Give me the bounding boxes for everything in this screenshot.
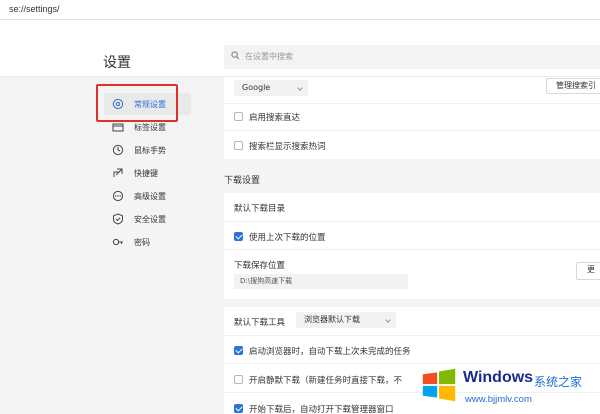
advanced-settings-icon: [112, 190, 124, 202]
resume-downloads-checkbox[interactable]: [234, 346, 243, 355]
manage-search-engines-button[interactable]: 管理搜索引: [546, 78, 600, 94]
search-engine-value: Google: [242, 83, 271, 92]
search-engine-panel: Google 管理搜索引 启用搜索直达 搜索栏显示搜索热词: [224, 77, 600, 159]
resume-downloads-label: 启动浏览器时，自动下载上次未完成的任务: [249, 347, 411, 357]
shortcut-icon: [113, 168, 123, 177]
address-bar[interactable]: se://settings/: [0, 0, 600, 20]
settings-search-input[interactable]: 在设置中搜索: [224, 45, 600, 69]
open-download-manager-label: 开始下载后，自动打开下载管理器窗口: [249, 405, 394, 414]
address-url[interactable]: se://settings/: [9, 4, 60, 14]
watermark-brand: Windows: [463, 369, 534, 386]
sidebar-item-label: 密码: [134, 237, 150, 247]
sidebar-item-mouse-gestures[interactable]: 鼠标手势: [104, 139, 191, 161]
sidebar-item-passwords[interactable]: 密码: [104, 231, 191, 253]
sidebar-item-label: 标签设置: [134, 122, 166, 132]
enable-search-direct-checkbox[interactable]: [234, 112, 243, 121]
download-tool-select[interactable]: 浏览器默认下载: [296, 312, 396, 328]
watermark-subtitle: 系统之家: [534, 375, 583, 389]
download-location-panel: 默认下载目录 使用上次下载的位置 下载保存位置 D:\搜狗高速下载 更: [224, 193, 600, 299]
use-last-location-checkbox[interactable]: [234, 232, 243, 241]
sidebar-item-label: 高级设置: [134, 191, 166, 201]
security-shield-icon: [113, 213, 123, 225]
tab-settings-icon: [112, 123, 124, 132]
sidebar-item-shortcuts[interactable]: 快捷键: [104, 162, 191, 184]
search-icon: [231, 51, 240, 60]
highlight-box: [96, 84, 178, 122]
silent-download-label: 开启静默下载（新建任务时直接下载，不: [249, 376, 403, 386]
chevron-down-icon: [385, 317, 391, 323]
default-dir-label: 默认下载目录: [234, 204, 286, 214]
default-download-tool-label: 默认下载工具: [234, 318, 286, 328]
divider: [224, 130, 600, 131]
sidebar-item-label: 快捷键: [134, 168, 158, 178]
sidebar-item-label: 鼠标手势: [134, 145, 166, 155]
search-placeholder: 在设置中搜索: [245, 52, 293, 61]
sidebar-item-security[interactable]: 安全设置: [104, 208, 191, 230]
watermark: Windows 系统之家 www.bjjmlv.com: [413, 357, 600, 414]
save-location-label: 下载保存位置: [234, 261, 286, 271]
watermark-url: www.bjjmlv.com: [465, 394, 532, 405]
open-download-manager-checkbox[interactable]: [234, 404, 243, 413]
chevron-down-icon: [297, 85, 303, 91]
divider: [224, 221, 600, 222]
save-path-field[interactable]: D:\搜狗高速下载: [234, 274, 408, 289]
sidebar-item-label: 安全设置: [134, 214, 166, 224]
page-title: 设置: [103, 55, 131, 71]
search-engine-select[interactable]: Google: [234, 80, 308, 96]
download-tool-value: 浏览器默认下载: [304, 315, 360, 324]
divider: [224, 103, 600, 104]
sidebar-item-advanced[interactable]: 高级设置: [104, 185, 191, 207]
change-path-button[interactable]: 更: [576, 262, 600, 280]
divider: [224, 335, 600, 336]
download-settings-heading: 下载设置: [224, 176, 261, 186]
show-hot-words-checkbox[interactable]: [234, 141, 243, 150]
password-key-icon: [112, 238, 123, 246]
mouse-gesture-icon: [112, 144, 124, 156]
enable-search-direct-label: 启用搜索直达: [249, 113, 301, 123]
use-last-location-label: 使用上次下载的位置: [249, 233, 326, 243]
divider: [224, 249, 600, 250]
silent-download-checkbox[interactable]: [234, 375, 243, 384]
show-hot-words-label: 搜索栏显示搜索热词: [249, 142, 326, 152]
windows-logo-icon: [422, 368, 456, 402]
